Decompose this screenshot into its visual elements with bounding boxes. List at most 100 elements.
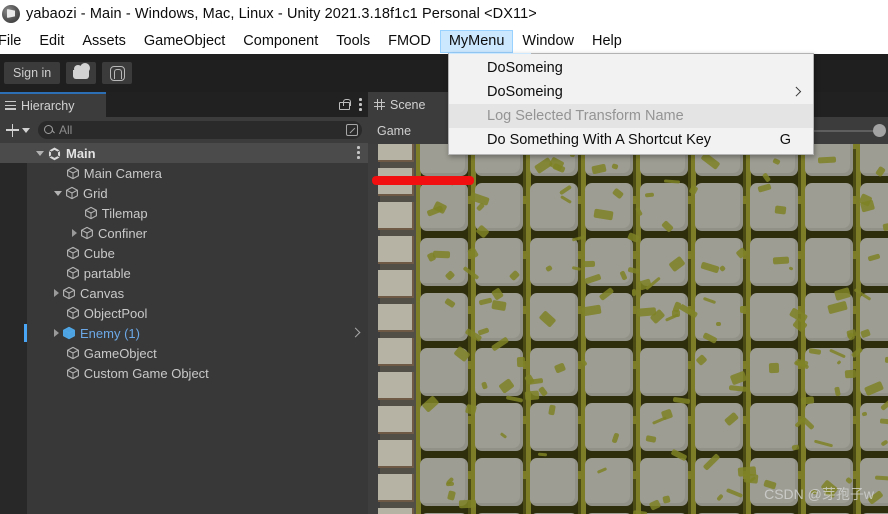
hierarchy-row-label: Tilemap — [101, 205, 148, 221]
hierarchy-panel: Hierarchy All Main Main Camera Grid Tile… — [0, 92, 368, 514]
menu-item-label: Do Something With A Shortcut Key — [487, 132, 712, 148]
hierarchy-tree[interactable]: Main Main Camera Grid Tilemap Confiner Cube pa… — [0, 143, 368, 514]
tab-game[interactable]: Game — [368, 117, 421, 144]
hierarchy-row-main-camera[interactable]: Main Camera — [0, 163, 368, 183]
chevron-right-icon[interactable] — [54, 329, 59, 337]
game-view[interactable]: CSDN @芽孢子w — [368, 144, 888, 514]
hierarchy-row-label: Custom Game Object — [83, 365, 209, 381]
tilemap-background — [416, 144, 888, 514]
menubar-item-window[interactable]: Window — [513, 30, 583, 53]
hierarchy-row-list: Main Main Camera Grid Tilemap Confiner Cube pa… — [0, 143, 368, 383]
selection-indicator — [24, 324, 27, 342]
unity-scene-icon — [47, 146, 62, 161]
hierarchy-tab-actions — [339, 92, 362, 117]
cloud-icon[interactable] — [66, 62, 97, 84]
scene-grid-icon — [374, 99, 385, 110]
prefab-open-chevron-icon[interactable] — [352, 327, 358, 338]
unity-app-icon — [2, 5, 20, 23]
scale-slider[interactable] — [812, 123, 886, 137]
unity-editor-window: yabaozi - Main - Windows, Mac, Linux - U… — [0, 0, 888, 514]
hierarchy-row-objectpool[interactable]: ObjectPool — [0, 303, 368, 323]
hierarchy-row-gameobject[interactable]: GameObject — [0, 343, 368, 363]
tab-scene[interactable]: Scene — [368, 92, 452, 117]
tab-hierarchy[interactable]: Hierarchy — [0, 92, 106, 117]
package-manager-icon[interactable] — [102, 62, 133, 84]
chevron-down-icon[interactable] — [36, 150, 44, 156]
hierarchy-row-tilemap[interactable]: Tilemap — [0, 203, 368, 223]
watermark: CSDN @芽孢子w — [764, 486, 874, 502]
scale-slider-knob[interactable] — [873, 123, 886, 137]
game-panel: Scene Game Scale — [368, 92, 888, 514]
menu-item-label: DoSomeing — [487, 60, 563, 76]
prefab-cube-icon — [62, 326, 76, 340]
kebab-menu-icon[interactable] — [359, 98, 362, 111]
hierarchy-row-confiner[interactable]: Confiner — [0, 223, 368, 243]
hierarchy-row-label: Main — [66, 145, 96, 161]
menubar-item-help[interactable]: Help — [583, 30, 631, 53]
hierarchy-icon — [5, 101, 16, 110]
menubar-item-tools[interactable]: Tools — [327, 30, 379, 53]
hierarchy-row-label: partable — [83, 265, 131, 281]
chevron-down-icon[interactable] — [54, 190, 62, 196]
search-icon — [44, 124, 55, 136]
object-picker-icon[interactable] — [346, 124, 358, 136]
hierarchy-row-label: Grid — [83, 185, 108, 201]
menubar-item-edit[interactable]: Edit — [30, 30, 73, 53]
menubar-item-component[interactable]: Component — [234, 30, 327, 53]
hierarchy-row-grid[interactable]: Grid — [0, 183, 368, 203]
menubar-item-file[interactable]: File — [0, 30, 30, 53]
gameobject-cube-icon — [80, 226, 94, 240]
menubar-item-assets[interactable]: Assets — [73, 30, 135, 53]
scene-kebab-menu-icon[interactable] — [357, 146, 360, 159]
plus-icon — [6, 123, 19, 137]
hierarchy-row-partable[interactable]: partable — [0, 263, 368, 283]
wall-strip — [368, 144, 416, 514]
menu-item-dosomeing[interactable]: DoSomeing — [449, 80, 813, 104]
hierarchy-tab-row: Hierarchy — [0, 92, 368, 117]
hierarchy-row-label: Cube — [83, 245, 115, 261]
hierarchy-row-enemy-1[interactable]: Enemy (1) — [0, 323, 368, 343]
add-gameobject-button[interactable] — [6, 123, 30, 137]
gameobject-cube-icon — [66, 246, 80, 260]
menubar-item-gameobject[interactable]: GameObject — [135, 30, 234, 53]
menubar-item-mymenu[interactable]: MyMenu — [439, 29, 514, 53]
hierarchy-search-row: All — [0, 117, 368, 143]
mymenu-dropdown[interactable]: DoSomeing DoSomeing Log Selected Transform… — [448, 53, 814, 155]
hierarchy-row-label: ObjectPool — [83, 305, 148, 321]
hierarchy-row-label: GameObject — [83, 345, 157, 361]
chevron-right-icon[interactable] — [72, 229, 77, 237]
lock-icon[interactable] — [339, 99, 351, 110]
gameobject-cube-icon — [62, 286, 76, 300]
dropdown-anchor — [449, 53, 531, 54]
hierarchy-row-label: Main Camera — [83, 165, 162, 181]
scene-tab-label: Scene — [390, 97, 426, 112]
chevron-right-icon[interactable] — [54, 289, 59, 297]
sign-in-button[interactable]: Sign in — [4, 62, 61, 84]
menubar: File Edit Assets GameObject Component To… — [0, 28, 888, 54]
hierarchy-row-main[interactable]: Main — [0, 143, 368, 163]
menubar-item-fmod[interactable]: FMOD — [379, 30, 440, 53]
menu-item-label: DoSomeing — [487, 84, 563, 100]
menu-item-do-something-with-a-shortcut-key[interactable]: Do Something With A Shortcut Key G — [449, 128, 813, 152]
gameobject-cube-icon — [66, 346, 80, 360]
hierarchy-row-canvas[interactable]: Canvas — [0, 283, 368, 303]
hierarchy-tab-label: Hierarchy — [21, 98, 75, 113]
hierarchy-row-cube[interactable]: Cube — [0, 243, 368, 263]
menu-item-log-selected-transform-name: Log Selected Transform Name — [449, 104, 813, 128]
hierarchy-row-custom-game-object[interactable]: Custom Game Object — [0, 363, 368, 383]
hierarchy-row-label: Confiner — [98, 225, 148, 241]
menu-item-label: Log Selected Transform Name — [487, 108, 684, 124]
hierarchy-row-label: Canvas — [80, 285, 125, 301]
menu-item-dosomeing[interactable]: DoSomeing — [449, 56, 813, 80]
window-titlebar: yabaozi - Main - Windows, Mac, Linux - U… — [0, 0, 888, 28]
gameobject-cube-icon — [65, 186, 79, 200]
window-title: yabaozi - Main - Windows, Mac, Linux - U… — [26, 6, 537, 22]
search-input[interactable]: All — [38, 121, 362, 139]
gameobject-cube-icon — [66, 266, 80, 280]
gameobject-cube-icon — [66, 166, 80, 180]
health-bar — [372, 176, 474, 185]
